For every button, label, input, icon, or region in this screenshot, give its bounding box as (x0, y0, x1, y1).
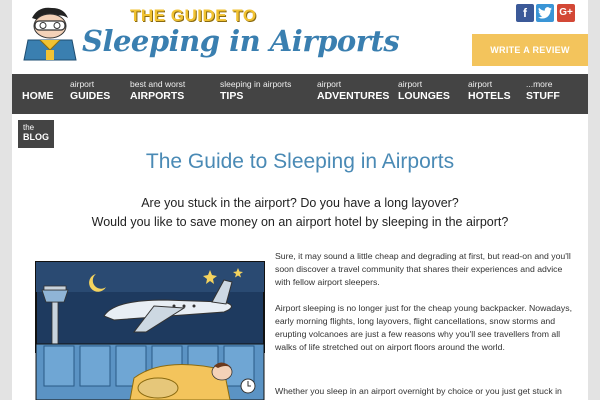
intro-text: Are you stuck in the airport? Do you hav… (12, 194, 588, 231)
nav-item-hotels[interactable]: airport HOTELS (468, 80, 511, 102)
nav-item-home[interactable]: HOME (22, 80, 54, 102)
google-plus-icon[interactable]: G+ (557, 4, 575, 22)
nav-item-label: HOTELS (468, 90, 511, 102)
site-logo[interactable]: THE GUIDE TO Sleeping in Airports (18, 4, 400, 64)
nav-item-label: TIPS (220, 90, 244, 102)
nav-item-label: STUFF (526, 90, 560, 102)
body-paragraph-2: Airport sleeping is no longer just for t… (275, 303, 572, 352)
facebook-icon[interactable]: f (516, 4, 534, 22)
page: THE GUIDE TO Sleeping in Airports f G+ W… (12, 0, 588, 400)
nav-item-lounges[interactable]: airport LOUNGES (398, 80, 450, 102)
airport-sleeper-illustration (35, 261, 265, 400)
write-review-button[interactable]: WRITE A REVIEW (472, 34, 588, 66)
nav-item-label: HOME (22, 90, 54, 102)
nav-item-label: ADVENTURES (317, 90, 390, 102)
nav-item-adventures[interactable]: airport ADVENTURES (317, 80, 389, 102)
logo-title: Sleeping in Airports (82, 24, 400, 58)
sleeping-traveler-logo-icon (23, 7, 77, 61)
nav-item-label: LOUNGES (398, 90, 450, 102)
nav-item-label: GUIDES (70, 90, 111, 102)
site-header: THE GUIDE TO Sleeping in Airports f G+ W… (12, 0, 588, 70)
page-title: The Guide to Sleeping in Airports (145, 150, 455, 173)
blog-badge-small: the (23, 123, 35, 132)
nav-item-more-stuff[interactable]: ...more STUFF (526, 80, 560, 102)
nav-item-label: AIRPORTS (130, 90, 185, 102)
twitter-icon[interactable] (536, 4, 554, 22)
intro-line-2: Would you like to save money on an airpo… (91, 214, 509, 229)
nav-item-tips[interactable]: sleeping in airports TIPS (220, 80, 291, 102)
blog-badge-label: BLOG (23, 132, 49, 142)
main-nav: HOME airport GUIDES best and worst AIRPO… (12, 74, 588, 114)
nav-item-guides[interactable]: airport GUIDES (70, 80, 110, 102)
body-paragraph-3: Whether you sleep in an airport overnigh… (275, 386, 562, 396)
blog-badge[interactable]: the BLOG (18, 120, 54, 148)
body-paragraph-1: Sure, it may sound a little cheap and de… (275, 251, 571, 287)
logo-tagline: THE GUIDE TO (130, 6, 257, 25)
intro-line-1: Are you stuck in the airport? Do you hav… (141, 196, 459, 210)
nav-item-airports[interactable]: best and worst AIRPORTS (130, 80, 185, 102)
